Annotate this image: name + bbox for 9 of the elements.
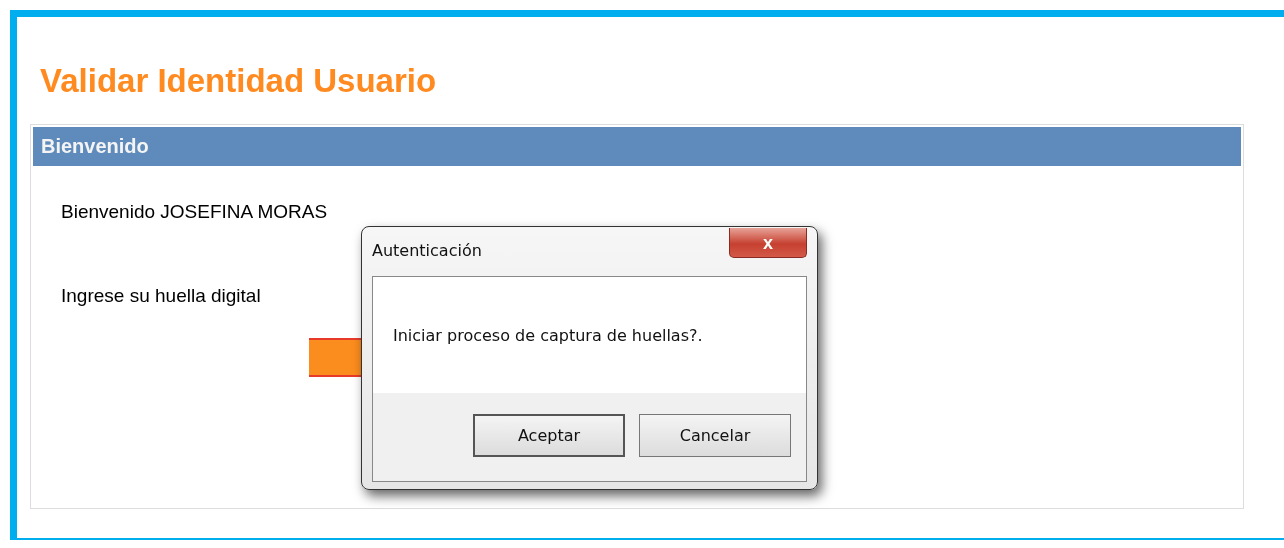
dialog-button[interactable]: Cancelar — [639, 414, 791, 457]
instruction-text: Ingrese su huella digital — [61, 285, 262, 307]
welcome-text: Bienvenido JOSEFINA MORAS — [61, 201, 329, 223]
dialog-message: Iniciar proceso de captura de huellas?. — [393, 325, 703, 345]
close-button[interactable]: x — [729, 228, 807, 258]
panel-header: Bienvenido — [33, 127, 1241, 166]
dialog-title: Autenticación — [372, 241, 482, 260]
dialog-button[interactable]: Aceptar — [473, 414, 625, 457]
page-title: Validar Identidad Usuario — [40, 61, 438, 101]
